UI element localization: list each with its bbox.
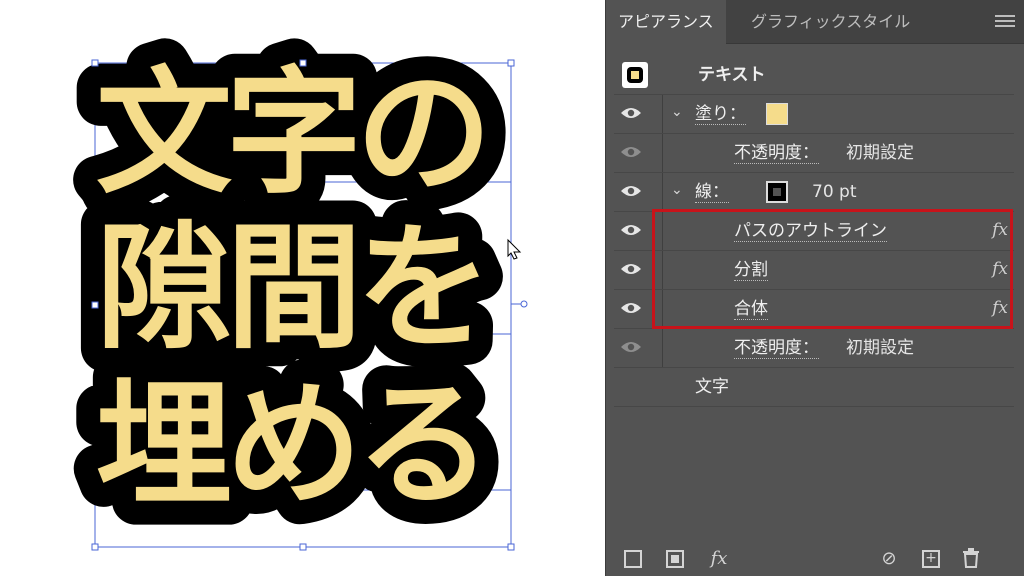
fx-icon: fx: [992, 259, 1008, 279]
fx-icon: fx: [992, 298, 1008, 318]
selection-handle[interactable]: [520, 300, 528, 308]
new-fill-icon[interactable]: [664, 548, 686, 570]
stroke-weight-value[interactable]: 70 pt: [812, 173, 857, 211]
tab-graphic-styles[interactable]: グラフィックスタイル: [739, 0, 922, 43]
fx-icon: fx: [992, 220, 1008, 240]
text-artwork[interactable]: 文字の 隙間を 埋める: [0, 0, 605, 576]
opacity-value: 初期設定: [846, 338, 914, 358]
characters-label[interactable]: 文字: [695, 368, 729, 406]
hamburger-menu-icon[interactable]: [995, 12, 1015, 30]
effect-row-unite[interactable]: 合体 fx: [614, 290, 1014, 329]
art-text-line-2: 隙間を: [96, 210, 486, 368]
visibility-eye-icon[interactable]: [620, 261, 642, 277]
effect-label[interactable]: 合体: [734, 299, 768, 320]
effect-row-outline-path[interactable]: パスのアウトライン fx: [614, 212, 1014, 251]
visibility-eye-icon[interactable]: [620, 300, 642, 316]
visibility-eye-icon[interactable]: [620, 183, 642, 199]
panel-tab-bar: アピアランス グラフィックスタイル: [606, 0, 1024, 44]
chevron-down-icon[interactable]: ⌄: [671, 182, 683, 198]
appearance-panel: アピアランス グラフィックスタイル テキスト ⌄ 塗り： 不透明度： 初期設定 …: [605, 0, 1024, 576]
selection-handle[interactable]: [299, 543, 307, 551]
characters-row[interactable]: 文字: [614, 368, 1014, 407]
effect-label[interactable]: パスのアウトライン: [734, 221, 887, 242]
selection-handle[interactable]: [91, 543, 99, 551]
stroke-color-swatch[interactable]: [766, 181, 788, 203]
visibility-eye-icon[interactable]: [620, 339, 642, 355]
add-effect-icon[interactable]: fx: [704, 548, 734, 570]
row-divider: [662, 329, 663, 367]
row-divider: [662, 290, 663, 328]
fill-color-swatch[interactable]: [766, 103, 788, 125]
stroke-label[interactable]: 線：: [695, 182, 729, 203]
visibility-eye-icon[interactable]: [620, 144, 642, 160]
row-divider: [662, 212, 663, 250]
fill-opacity-row[interactable]: 不透明度： 初期設定: [614, 134, 1014, 173]
new-stroke-icon[interactable]: [622, 548, 644, 570]
cursor-icon: [507, 238, 522, 260]
opacity-value: 初期設定: [846, 143, 914, 163]
visibility-eye-icon[interactable]: [620, 222, 642, 238]
clear-appearance-icon[interactable]: ⊘: [878, 548, 900, 570]
selection-handle[interactable]: [507, 59, 515, 67]
text-object-thumbnail-icon: [622, 62, 648, 88]
object-type-label: テキスト: [698, 65, 766, 85]
stroke-row[interactable]: ⌄ 線： 70 pt: [614, 173, 1014, 212]
stroke-opacity-row[interactable]: 不透明度： 初期設定: [614, 329, 1014, 368]
opacity-label[interactable]: 不透明度：: [734, 143, 819, 164]
selection-handle[interactable]: [91, 59, 99, 67]
visibility-eye-icon[interactable]: [620, 105, 642, 121]
selection-handle[interactable]: [91, 301, 99, 309]
duplicate-item-icon[interactable]: +: [920, 548, 942, 570]
fill-label[interactable]: 塗り：: [695, 104, 746, 125]
row-divider: [662, 134, 663, 172]
art-text-line-1: 文字の: [96, 55, 486, 213]
fill-row[interactable]: ⌄ 塗り：: [614, 95, 1014, 134]
selection-handle[interactable]: [507, 543, 515, 551]
effect-row-divide[interactable]: 分割 fx: [614, 251, 1014, 290]
artboard-canvas[interactable]: 文字の 隙間を 埋める: [0, 0, 605, 576]
chevron-down-icon[interactable]: ⌄: [671, 104, 683, 120]
row-divider: [662, 173, 663, 211]
delete-item-icon[interactable]: [960, 548, 982, 570]
art-text-line-3: 埋める: [96, 367, 486, 525]
tab-appearance[interactable]: アピアランス: [606, 0, 726, 44]
selection-handle[interactable]: [299, 59, 307, 67]
row-divider: [662, 251, 663, 289]
panel-bottom-toolbar: fx ⊘ +: [606, 542, 1024, 576]
object-header-row[interactable]: テキスト: [614, 56, 1014, 95]
effect-label[interactable]: 分割: [734, 260, 768, 281]
opacity-label[interactable]: 不透明度：: [734, 338, 819, 359]
row-divider: [662, 95, 663, 133]
